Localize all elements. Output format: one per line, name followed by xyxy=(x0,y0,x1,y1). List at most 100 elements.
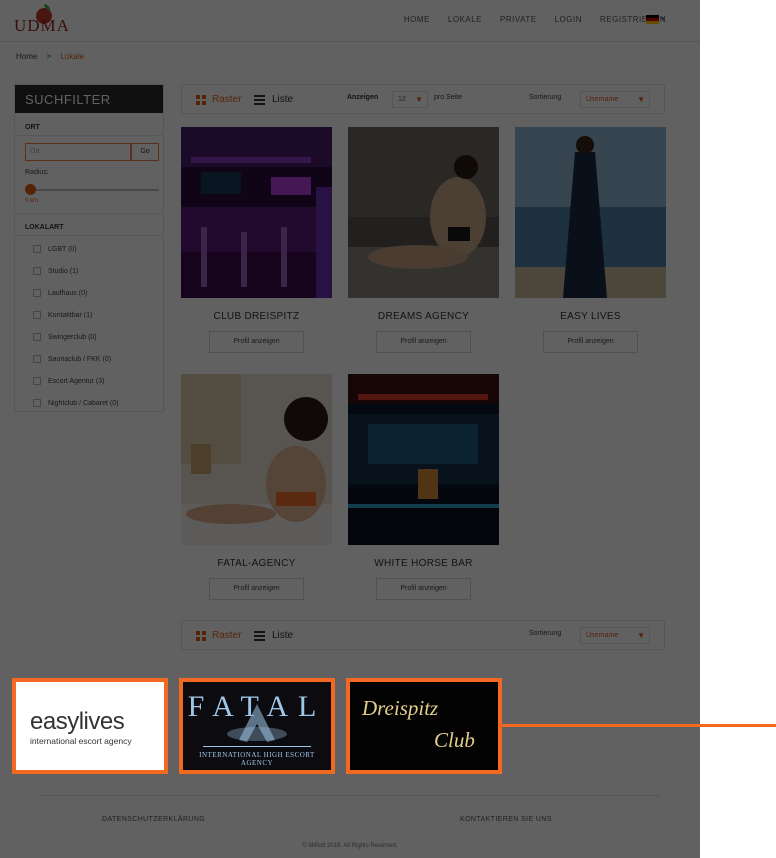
show-label: Anzeigen xyxy=(347,94,379,101)
per-page-value: 12 xyxy=(398,96,406,103)
list-view-icon[interactable] xyxy=(254,631,265,641)
breadcrumb-current: Lokale xyxy=(60,52,85,61)
listing-photo[interactable] xyxy=(181,127,332,298)
grid-view-icon[interactable] xyxy=(196,631,206,641)
easylives-logo-wordmark: easylives xyxy=(30,708,125,735)
chevron-down-icon[interactable]: ▾ xyxy=(661,15,665,23)
annotation-connector-line xyxy=(502,724,776,727)
chevron-down-icon: ▼ xyxy=(415,95,423,104)
per-page-label: pro Seite xyxy=(434,94,463,101)
contact-link[interactable]: KONTAKTIEREN SIE UNS xyxy=(460,816,552,823)
checkbox[interactable] xyxy=(33,333,41,341)
divider xyxy=(15,135,163,136)
list-line xyxy=(254,635,265,637)
checkbox[interactable] xyxy=(33,355,41,363)
category-checkbox-kontaktbar[interactable]: Kontaktbar (1) xyxy=(33,311,92,319)
listing-name[interactable]: FATAL-AGENCY xyxy=(181,558,332,569)
category-checkbox-nightclub[interactable]: Nightclub / Cabaret (0) xyxy=(33,399,118,407)
per-page-select[interactable]: 12 ▼ xyxy=(392,91,428,108)
profile-button[interactable]: Profil anzeigen xyxy=(376,331,471,353)
listing-card: WHITE HORSE BAR Profil anzeigen xyxy=(348,374,499,600)
german-flag-icon[interactable] xyxy=(646,15,659,24)
liste-view-link[interactable]: Liste xyxy=(272,630,293,641)
ort-input[interactable]: Ort xyxy=(25,143,131,161)
checkbox[interactable] xyxy=(33,311,41,319)
privacy-link[interactable]: DATENSCHUTZERKLÄRUNG xyxy=(102,816,205,823)
checkbox[interactable] xyxy=(33,289,41,297)
category-checkbox-lgbt[interactable]: LGBT (0) xyxy=(33,245,77,253)
category-label: Studio (1) xyxy=(48,267,79,275)
grid-cell xyxy=(202,631,206,635)
radius-label: Radius: xyxy=(25,169,49,176)
listing-photo[interactable] xyxy=(181,374,332,545)
radius-value: 0 km xyxy=(25,198,39,204)
nav-login[interactable]: LOGIN xyxy=(555,15,582,24)
fatal-logo-wordmark: FATAL xyxy=(187,690,327,723)
listing-photo[interactable] xyxy=(348,127,499,298)
profile-button[interactable]: Profil anzeigen xyxy=(376,578,471,600)
radius-slider-track[interactable] xyxy=(29,189,159,191)
easylives-logo-tile[interactable]: easylives international escort agency xyxy=(12,678,168,774)
nav-private[interactable]: PRIVATE xyxy=(500,15,537,24)
site-header: UDMA HOME LOKALE PRIVATE LOGIN REGISTRIE… xyxy=(0,0,700,42)
fatal-logo-tagline: INTERNATIONAL HIGH ESCORT AGENCY xyxy=(199,751,315,767)
nav-lokale[interactable]: LOKALE xyxy=(448,15,482,24)
sidebar-title: SUCHFILTER xyxy=(15,85,163,113)
category-checkbox-studio[interactable]: Studio (1) xyxy=(33,267,78,275)
radius-slider-handle[interactable] xyxy=(25,184,36,195)
listing-card: FATAL-AGENCY Profil anzeigen xyxy=(181,374,332,600)
grid-cell xyxy=(202,637,206,641)
profile-button[interactable]: Profil anzeigen xyxy=(209,578,304,600)
sort-value: Username xyxy=(586,632,619,639)
dreispitz-club-logo-tile[interactable]: Dreispitz Club xyxy=(346,678,502,774)
listing-name[interactable]: EASY LIVES xyxy=(515,311,666,322)
logo-text: UDMA xyxy=(14,16,70,35)
breadcrumb-separator: > xyxy=(46,52,52,61)
listing-toolbar-top: Raster Liste Anzeigen 12 ▼ pro Seite Sort… xyxy=(181,84,665,114)
category-label: Swingerclub (0) xyxy=(48,333,97,341)
site-logo[interactable]: UDMA xyxy=(14,4,74,36)
listing-name[interactable]: WHITE HORSE BAR xyxy=(348,558,499,569)
listing-card: DREAMS AGENCY Profil anzeigen xyxy=(348,127,499,353)
category-checkbox-escort[interactable]: Escort Agentur (3) xyxy=(33,377,104,385)
checkbox[interactable] xyxy=(33,377,41,385)
fatal-logo-tile[interactable]: FATAL INTERNATIONAL HIGH ESCORT AGENCY xyxy=(179,678,335,774)
listing-toolbar-bottom: Raster Liste Sortierung Username ▼ xyxy=(181,620,665,650)
checkbox[interactable] xyxy=(33,399,41,407)
profile-button[interactable]: Profil anzeigen xyxy=(209,331,304,353)
profile-button[interactable]: Profil anzeigen xyxy=(543,331,638,353)
grid-cell xyxy=(196,637,200,641)
divider xyxy=(15,235,163,236)
listing-name[interactable]: DREAMS AGENCY xyxy=(348,311,499,322)
go-button[interactable]: Go xyxy=(131,143,159,161)
category-checkbox-laufhaus[interactable]: Laufhaus (0) xyxy=(33,289,87,297)
list-line xyxy=(254,639,265,641)
bar-counter-photo xyxy=(348,374,499,545)
list-line xyxy=(254,103,265,105)
listing-card: EASY LIVES Profil anzeigen xyxy=(515,127,666,353)
listing-photo[interactable] xyxy=(515,127,666,298)
listing-card: CLUB DREISPITZ Profil anzeigen xyxy=(181,127,332,353)
dreispitz-logo-line1: Dreispitz xyxy=(362,696,439,720)
grid-cell xyxy=(202,95,206,99)
list-view-icon[interactable] xyxy=(254,95,265,105)
raster-view-link[interactable]: Raster xyxy=(212,94,241,105)
category-checkbox-swingerclub[interactable]: Swingerclub (0) xyxy=(33,333,97,341)
checkbox[interactable] xyxy=(33,267,41,275)
bar-interior-photo xyxy=(181,127,332,298)
sort-select[interactable]: Username ▼ xyxy=(580,91,650,108)
grid-view-icon[interactable] xyxy=(196,95,206,105)
category-checkbox-saunaclub[interactable]: Saunaclub / FKK (0) xyxy=(33,355,111,363)
listing-photo[interactable] xyxy=(348,374,499,545)
list-line xyxy=(254,631,265,633)
liste-view-link[interactable]: Liste xyxy=(272,94,293,105)
breadcrumb-home[interactable]: Home xyxy=(16,52,37,61)
sort-select[interactable]: Username ▼ xyxy=(580,627,650,644)
list-line xyxy=(254,95,265,97)
checkbox[interactable] xyxy=(33,245,41,253)
nav-home[interactable]: HOME xyxy=(404,15,430,24)
flag-stripe xyxy=(646,21,659,24)
listing-name[interactable]: CLUB DREISPITZ xyxy=(181,311,332,322)
raster-view-link[interactable]: Raster xyxy=(212,630,241,641)
grid-cell xyxy=(196,101,200,105)
